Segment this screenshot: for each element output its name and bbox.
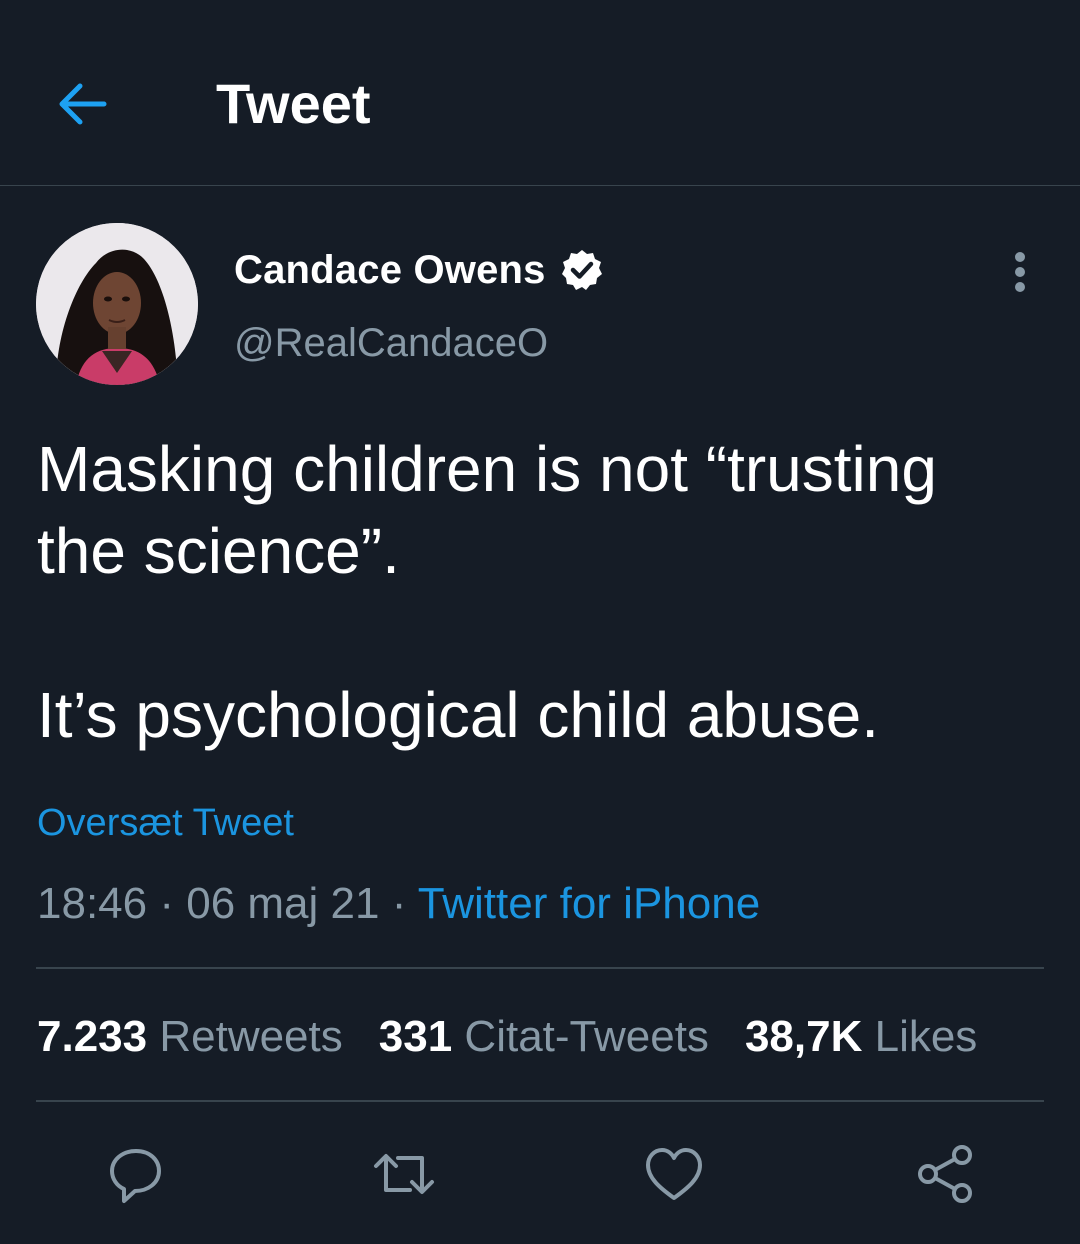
likes-label: Likes bbox=[874, 1012, 978, 1061]
tweet-meta: 18:46 · 06 maj 21 · Twitter for iPhone bbox=[37, 878, 760, 930]
meta-separator: · bbox=[391, 879, 407, 928]
likes-count: 38,7K bbox=[744, 1012, 863, 1061]
tweet-time: 18:46 bbox=[37, 879, 148, 928]
retweet-icon bbox=[374, 1154, 434, 1194]
back-button[interactable] bbox=[52, 72, 116, 136]
reply-button[interactable] bbox=[102, 1140, 170, 1208]
like-button[interactable] bbox=[640, 1140, 708, 1208]
divider bbox=[36, 967, 1044, 969]
tweet-stats: 7.233 Retweets 331 Citat-Tweets 38,7K Li… bbox=[37, 1010, 1013, 1064]
like-icon bbox=[646, 1148, 702, 1200]
quote-tweets-stat[interactable]: 331 Citat-Tweets bbox=[379, 1010, 709, 1064]
user-handle[interactable]: @RealCandaceO bbox=[234, 318, 548, 368]
tweet-text: Masking children is not “trusting the sc… bbox=[37, 428, 1047, 756]
likes-stat[interactable]: 38,7K Likes bbox=[745, 1010, 977, 1064]
retweets-stat[interactable]: 7.233 Retweets bbox=[37, 1010, 343, 1064]
divider bbox=[36, 1100, 1044, 1102]
tweet-source-link[interactable]: Twitter for iPhone bbox=[418, 879, 760, 928]
share-button[interactable] bbox=[910, 1140, 978, 1208]
page-title: Tweet bbox=[216, 72, 371, 135]
header-bar: Tweet bbox=[0, 0, 1080, 186]
author-name-row[interactable]: Candace Owens bbox=[234, 243, 604, 297]
avatar[interactable] bbox=[36, 223, 198, 385]
tweet-text-line: It’s psychological child abuse. bbox=[37, 679, 879, 751]
quote-tweets-label: Citat-Tweets bbox=[464, 1012, 709, 1061]
retweets-count: 7.233 bbox=[37, 1012, 148, 1061]
share-icon bbox=[918, 1145, 972, 1203]
more-options-button[interactable] bbox=[1000, 248, 1040, 294]
tweet-date: 06 maj 21 bbox=[186, 879, 380, 928]
verified-badge-icon bbox=[560, 248, 604, 292]
arrow-left-icon bbox=[59, 83, 107, 125]
retweets-label: Retweets bbox=[159, 1012, 343, 1061]
reply-icon bbox=[110, 1149, 161, 1203]
translate-tweet-link[interactable]: Oversæt Tweet bbox=[37, 800, 294, 846]
meta-separator: · bbox=[159, 879, 174, 928]
retweet-button[interactable] bbox=[370, 1140, 438, 1208]
tweet-text-line: the science”. bbox=[37, 515, 400, 587]
tweet-text-line: Masking children is not “trusting bbox=[37, 433, 937, 505]
quote-tweets-count: 331 bbox=[378, 1012, 453, 1061]
display-name[interactable]: Candace Owens bbox=[234, 248, 546, 293]
